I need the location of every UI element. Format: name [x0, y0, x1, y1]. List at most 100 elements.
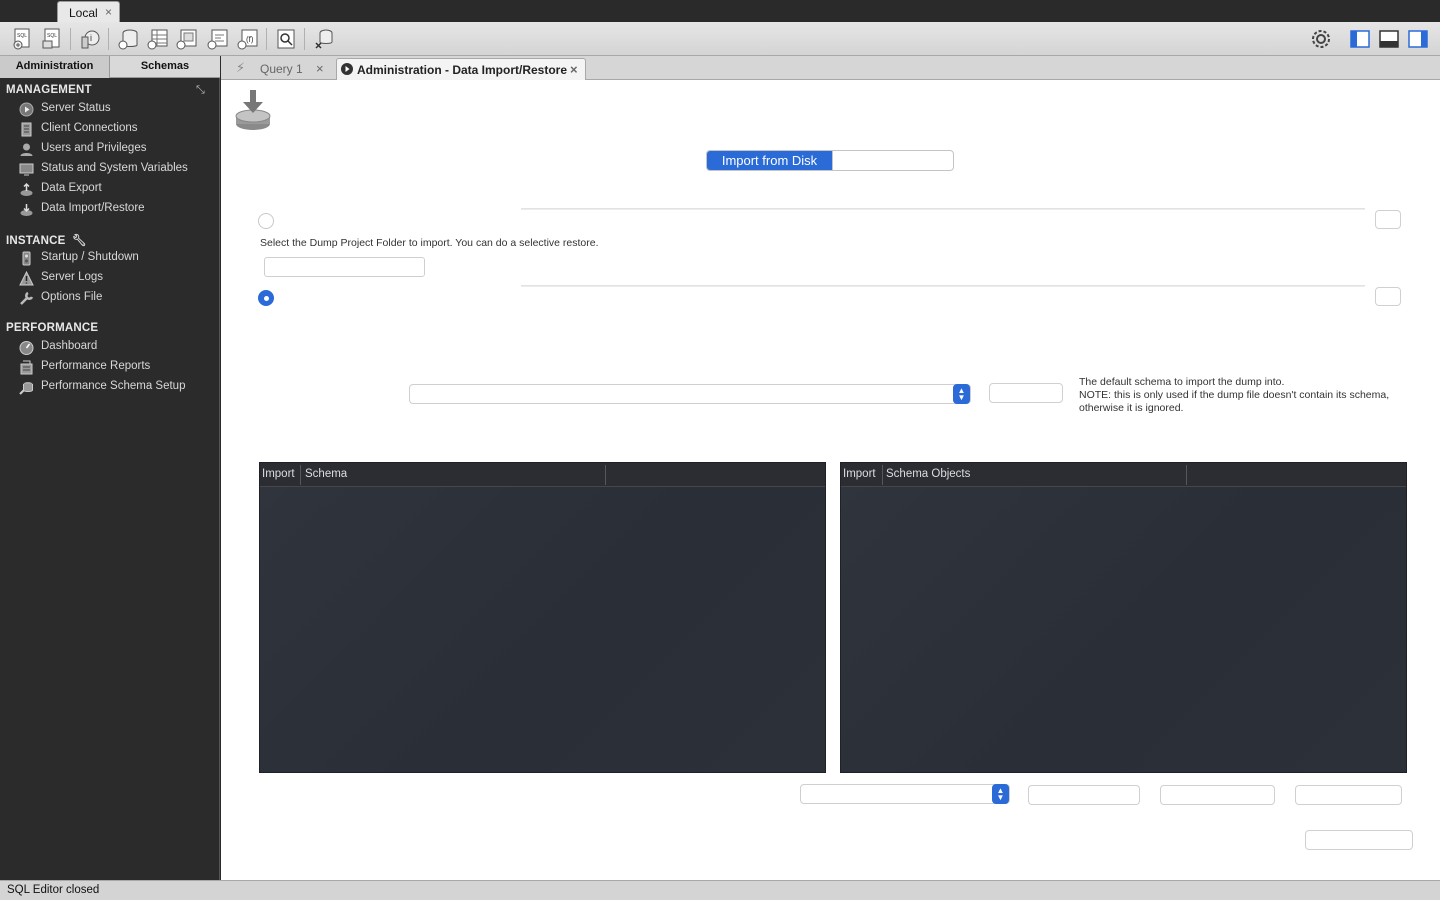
play-circle-icon — [341, 63, 353, 75]
warning-icon — [19, 270, 34, 286]
select-views-button[interactable] — [1028, 785, 1140, 805]
column-header-schema[interactable]: Schema — [305, 468, 347, 480]
sidebar-item-server-logs[interactable]: Server Logs — [19, 270, 214, 288]
power-icon — [19, 251, 34, 266]
wrench-icon: 🔧︎ — [71, 235, 87, 247]
sidebar-item-performance-reports[interactable]: Performance Reports — [19, 359, 214, 377]
tab-label: Administration - Data Import/Restore — [357, 63, 568, 77]
svg-text:SQL: SQL — [47, 33, 57, 39]
sidebar-item-label: Users and Privileges — [41, 142, 147, 154]
create-function-icon[interactable]: (f) — [236, 27, 260, 51]
connection-tab-local[interactable]: Local × — [57, 1, 120, 23]
unselect-all-button[interactable] — [1295, 785, 1402, 805]
sidebar-item-dashboard[interactable]: Dashboard — [19, 339, 214, 357]
tab-administration[interactable]: Administration — [0, 56, 110, 78]
section-management-title: MANAGEMENT — [6, 84, 92, 96]
section-instance-title: INSTANCE 🔧︎ — [6, 233, 87, 247]
new-sql-tab-icon[interactable]: SQL — [10, 27, 34, 51]
create-view-icon[interactable] — [175, 27, 199, 51]
schema-list-panel[interactable]: Import Schema — [259, 462, 826, 773]
sidebar-item-performance-schema-setup[interactable]: Performance Schema Setup — [19, 379, 214, 397]
sidebar-item-label: Data Export — [41, 182, 102, 194]
column-divider — [300, 465, 301, 485]
close-icon[interactable]: × — [316, 61, 324, 76]
sidebar-item-label: Performance Schema Setup — [41, 380, 186, 392]
column-divider — [1186, 465, 1187, 485]
setup-icon — [19, 380, 34, 395]
sidebar-item-users-and-privileges[interactable]: Users and Privileges — [19, 141, 214, 159]
toggle-output-panel-icon[interactable] — [1377, 27, 1401, 51]
create-schema-icon[interactable] — [116, 27, 140, 51]
reconnect-icon[interactable] — [312, 27, 336, 51]
open-sql-script-icon[interactable]: SQL — [40, 27, 64, 51]
toolbar-separator — [70, 28, 71, 50]
sidebar-item-label: Dashboard — [41, 340, 98, 352]
sidebar-item-server-status[interactable]: Server Status — [19, 101, 214, 119]
schema-list-header: Import Schema — [260, 463, 825, 487]
sidebar-item-label: Performance Reports — [41, 360, 151, 372]
import-icon — [19, 202, 34, 217]
import-from-folder-radio[interactable] — [258, 213, 274, 229]
data-import-icon — [234, 88, 272, 132]
sidebar-item-data-export[interactable]: Data Export — [19, 181, 214, 199]
tab-data-import-restore[interactable]: Administration - Data Import/Restore × — [336, 58, 586, 80]
create-procedure-icon[interactable] — [206, 27, 230, 51]
tab-label: Query 1 — [260, 62, 303, 76]
close-icon[interactable]: × — [570, 62, 578, 77]
select-tables-button[interactable] — [1160, 785, 1275, 805]
tab-query-1[interactable]: ⚡︎ Query 1 × — [229, 58, 333, 80]
column-header-import[interactable]: Import — [843, 468, 876, 480]
tab-import-from-disk[interactable]: Import from Disk — [707, 151, 832, 170]
document-tab-bar: ⚡︎ Query 1 × Administration - Data Impor… — [221, 56, 1440, 80]
collapse-icon[interactable]: ⤡ — [196, 84, 208, 96]
sidebar-item-label: Server Logs — [41, 271, 104, 283]
sidebar-item-status-and-system-variables[interactable]: Status and System Variables — [19, 161, 214, 179]
schema-objects-panel[interactable]: Import Schema Objects — [840, 462, 1407, 773]
toolbar-separator — [266, 28, 267, 50]
sidebar-item-client-connections[interactable]: Client Connections — [19, 121, 214, 139]
import-mode-segmented-control: Import from Disk — [706, 150, 954, 171]
inspector-icon[interactable]: i — [78, 27, 102, 51]
sidebar-item-label: Server Status — [41, 102, 111, 114]
status-bar: SQL Editor closed — [0, 880, 1440, 900]
schema-help-line: The default schema to import the dump in… — [1079, 376, 1285, 388]
schema-objects-header: Import Schema Objects — [841, 463, 1406, 487]
column-header-import[interactable]: Import — [262, 468, 295, 480]
toolbar-separator — [304, 28, 305, 50]
sidebar-tabs: Administration Schemas — [0, 56, 220, 78]
lightning-icon: ⚡︎ — [236, 60, 246, 75]
sidebar-item-label: Status and System Variables — [41, 162, 188, 174]
create-table-icon[interactable] — [146, 27, 170, 51]
schema-help-line: otherwise it is ignored. — [1079, 402, 1184, 414]
user-icon — [19, 142, 34, 157]
settings-gear-icon[interactable] — [1309, 27, 1333, 51]
sidebar-item-data-import-restore[interactable]: Data Import/Restore — [19, 201, 214, 219]
column-header-schema-objects[interactable]: Schema Objects — [886, 468, 970, 480]
close-icon[interactable]: × — [105, 5, 112, 19]
tab-schemas[interactable]: Schemas — [110, 56, 220, 78]
sidebar-item-label: Client Connections — [41, 122, 138, 134]
main-toolbar: SQL SQL i (f) — [0, 22, 1440, 56]
load-folder-contents-button[interactable] — [264, 257, 425, 277]
browse-file-button[interactable] — [1375, 287, 1401, 306]
svg-text:i: i — [90, 33, 92, 43]
dump-objects-select[interactable]: ▲ ▼ — [800, 784, 1010, 804]
tab-import-progress[interactable] — [832, 151, 953, 170]
toggle-secondary-sidebar-icon[interactable] — [1406, 27, 1430, 51]
section-instance-label: INSTANCE — [6, 235, 66, 247]
file-path-field[interactable] — [521, 285, 1365, 287]
play-circle-icon — [19, 102, 34, 117]
wrench-icon — [19, 291, 34, 306]
toggle-sidebar-icon[interactable] — [1348, 27, 1372, 51]
new-schema-button[interactable] — [989, 383, 1063, 403]
browse-folder-button[interactable] — [1375, 210, 1401, 229]
default-schema-select[interactable]: ▲ ▼ — [409, 384, 971, 404]
folder-path-field[interactable] — [521, 208, 1365, 210]
sidebar-item-startup-shutdown[interactable]: Startup / Shutdown — [19, 250, 214, 268]
main-editor-area: ⚡︎ Query 1 × Administration - Data Impor… — [221, 56, 1440, 880]
import-from-file-radio[interactable] — [258, 290, 274, 306]
sidebar-item-options-file[interactable]: Options File — [19, 290, 214, 308]
start-import-button[interactable] — [1305, 830, 1413, 850]
connections-icon — [19, 122, 34, 137]
search-table-data-icon[interactable] — [274, 27, 298, 51]
